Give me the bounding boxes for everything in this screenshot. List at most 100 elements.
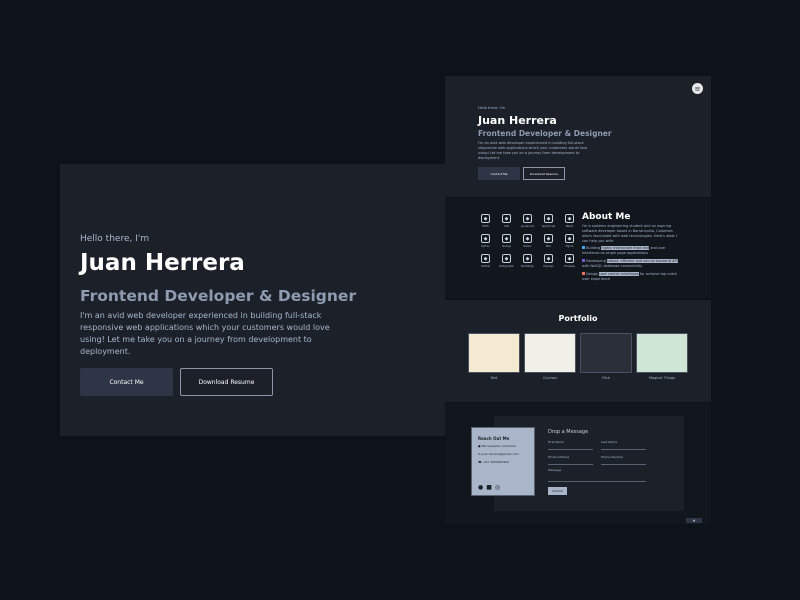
portfolio-thumbnail[interactable]: [468, 333, 520, 373]
portfolio-caption: Flick: [602, 376, 610, 380]
bullet-icon: [582, 272, 585, 275]
bullet-text: Design: [586, 272, 599, 276]
skill-item: ◆ JavaScript: [517, 214, 538, 228]
last-name-field[interactable]: Last Name: [601, 440, 646, 450]
contact-section: Drop a Message First Name Last Name Emai…: [445, 403, 711, 524]
hero-section: Hello there, I'm Juan Herrera Frontend D…: [60, 164, 445, 436]
about-bullet: Developing robust, efficient and secure …: [582, 259, 678, 269]
submit-button[interactable]: Submit: [548, 487, 567, 495]
hero-role: Frontend Developer & Designer: [80, 287, 357, 305]
skill-icon: ◆: [481, 234, 490, 243]
bullet-highlight: robust, efficient and secure backend API: [607, 259, 678, 263]
skill-icon: ◆: [502, 214, 511, 223]
skill-item: ◆ Express: [538, 254, 559, 268]
skill-item: ◆ Nodejs: [496, 234, 517, 248]
skill-icon: ◆: [481, 214, 490, 223]
hero-description: I'm an avid web developer experienced in…: [80, 311, 330, 356]
portfolio-item[interactable]: Courses: [524, 333, 576, 380]
skill-label: JavaScript: [520, 225, 534, 228]
menu-icon[interactable]: ≡: [692, 83, 703, 94]
greeting: Hello there, I'm: [478, 106, 505, 110]
instagram-icon[interactable]: ◎: [495, 484, 500, 491]
contact-me-button[interactable]: Contact Me: [80, 368, 173, 396]
skill-icon: ◆: [523, 214, 532, 223]
skill-item: ◆ Figma: [559, 234, 580, 248]
hero-description: I'm an avid web developer experienced in…: [478, 141, 588, 160]
portfolio-caption: Courses: [542, 376, 558, 380]
download-resume-button[interactable]: Download Resume: [180, 368, 273, 396]
github-icon[interactable]: ●: [478, 484, 483, 491]
hero-name: Juan Herrera: [80, 250, 245, 276]
bullet-text: Developing: [586, 259, 606, 263]
portfolio-item[interactable]: Flick: [580, 333, 632, 380]
contact-me-button[interactable]: Contact Me: [478, 167, 520, 180]
skill-item: ◆ PostgreSQL: [496, 254, 517, 268]
skill-icon: ◆: [565, 254, 574, 263]
skill-label: Firebase: [564, 265, 575, 268]
skill-icon: ◆: [502, 254, 511, 263]
skill-item: ◆ CSS: [496, 214, 517, 228]
skill-icon: ◆: [565, 214, 574, 223]
skill-icon: ◆: [544, 234, 553, 243]
scroll-top-button[interactable]: ▲: [686, 518, 702, 523]
portfolio-list: Deli Courses Flick Magical Things: [468, 333, 688, 380]
about-intro: I'm a systems engineering student and an…: [582, 224, 677, 243]
location: Barranquilla, Colombia: [481, 444, 516, 448]
hero-role: Frontend Developer & Designer: [478, 129, 612, 138]
skill-icon: ◆: [565, 234, 574, 243]
about-title: About Me: [582, 212, 631, 222]
portfolio-caption: Deli: [490, 376, 498, 380]
portfolio-title: Portfolio: [558, 314, 598, 323]
bullet-text: Building: [586, 246, 601, 250]
skill-item: ◆ GitHub: [475, 254, 496, 268]
skill-label: Redux: [523, 245, 532, 248]
bullet-highlight: user centric interfaces: [599, 272, 639, 276]
first-name-field[interactable]: First Name: [548, 440, 593, 450]
skills-grid: ◆ HTML ◆ CSS ◆ JavaScript ◆ TypeScript ◆ React ◆ Py…: [475, 214, 580, 268]
skill-label: TypeScript: [541, 225, 556, 228]
email-field[interactable]: Email Address: [548, 455, 593, 465]
preview-hero-section: ≡ Hello there, I'm Juan Herrera Frontend…: [445, 76, 711, 197]
contact-card-title: Reach Out Me: [478, 436, 510, 441]
phone-field[interactable]: Phone Number: [601, 455, 646, 465]
portfolio-caption: Magical Things: [648, 376, 676, 380]
skill-icon: ◆: [502, 234, 511, 243]
skill-item: ◆ MUI: [538, 234, 559, 248]
skill-icon: ◆: [481, 254, 490, 263]
message-field[interactable]: Message: [548, 468, 646, 482]
skill-icon: ◆: [523, 234, 532, 243]
skill-label: React: [565, 225, 574, 228]
form-title: Drop a Message: [548, 429, 589, 435]
skill-item: ◆ Bootstrap: [517, 254, 538, 268]
skill-label: Bootstrap: [521, 265, 534, 268]
skill-label: Nodejs: [502, 245, 511, 248]
about-bullet: Building highly interactive front end an…: [582, 246, 678, 256]
skill-label: Express: [543, 265, 554, 268]
skill-label: CSS: [503, 225, 510, 228]
download-resume-button[interactable]: Download Resume: [523, 167, 565, 180]
linkedin-icon[interactable]: ■: [486, 484, 492, 491]
skill-icon: ◆: [544, 254, 553, 263]
skill-item: ◆ Redux: [517, 234, 538, 248]
skill-item: ◆ TypeScript: [538, 214, 559, 228]
phone: +57 3002300102: [482, 460, 510, 464]
skill-label: Python: [481, 245, 490, 248]
skill-label: HTML: [481, 225, 490, 228]
bullet-icon: [582, 246, 585, 249]
about-bullet: Design user centric interfaces for achie…: [582, 272, 678, 282]
portfolio-section: Portfolio Deli Courses Flick Magical Things: [445, 300, 711, 402]
portfolio-item[interactable]: Magical Things: [636, 333, 688, 380]
bullet-icon: [582, 259, 585, 262]
portfolio-thumbnail[interactable]: [580, 333, 632, 373]
skill-label: MUI: [546, 245, 551, 248]
portfolio-thumbnail[interactable]: [636, 333, 688, 373]
skill-item: ◆ React: [559, 214, 580, 228]
bullet-text: with NoSQL database connectivity: [582, 264, 643, 268]
contact-card: Reach Out Me ● Barranquilla, Colombia ✉ …: [471, 427, 535, 496]
portfolio-item[interactable]: Deli: [468, 333, 520, 380]
skill-item: ◆ HTML: [475, 214, 496, 228]
portfolio-thumbnail[interactable]: [524, 333, 576, 373]
skill-label: Figma: [565, 245, 574, 248]
about-section: ◆ HTML ◆ CSS ◆ JavaScript ◆ TypeScript ◆ React ◆ Py…: [445, 198, 711, 298]
greeting: Hello there, I'm: [80, 234, 150, 244]
